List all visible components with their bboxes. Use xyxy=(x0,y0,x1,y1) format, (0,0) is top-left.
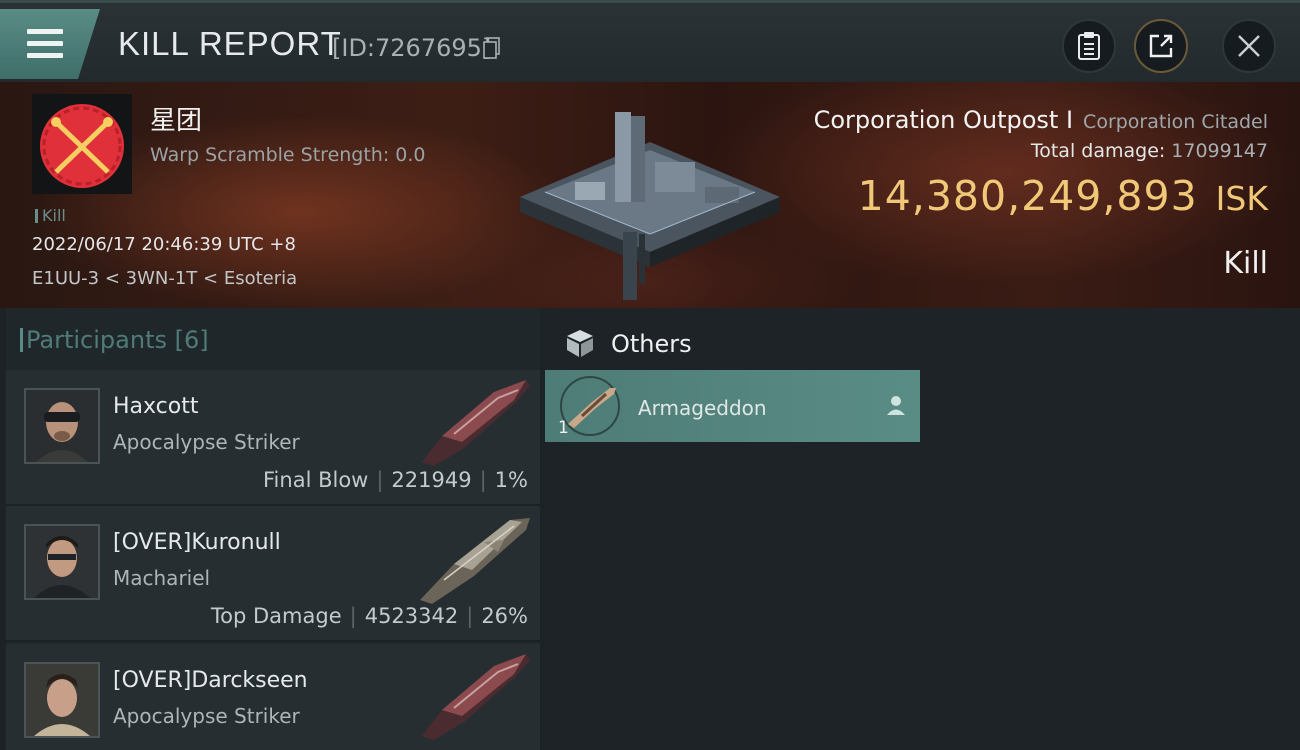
pilot-damage: 4523342 xyxy=(364,604,459,628)
menu-icon-line xyxy=(27,53,63,58)
share-icon xyxy=(1149,34,1173,58)
others-heading-text: Others xyxy=(611,330,692,358)
pilot-ship: Apocalypse Striker xyxy=(113,430,300,454)
apocalypse-striker-ship-image xyxy=(422,654,530,740)
header-bar: KILL REPORT [ID:7267695] xyxy=(0,0,1300,82)
pilot-role: Top Damage xyxy=(210,604,342,628)
pilot-name[interactable]: [OVER]Darckseen xyxy=(113,668,308,693)
page-title: KILL REPORT xyxy=(118,25,342,62)
close-icon xyxy=(1238,35,1260,57)
pilot-name[interactable]: Haxcott xyxy=(113,394,198,419)
participant-row[interactable]: Haxcott Apocalypse Striker Final Blow | 22… xyxy=(6,370,540,506)
avatar-icon xyxy=(26,664,98,736)
corporation-emblem-icon xyxy=(40,104,124,188)
victim-name[interactable]: 星团 xyxy=(150,100,202,137)
isk-unit: ISK xyxy=(1215,179,1268,218)
kill-tag: Kill xyxy=(35,206,66,225)
machariel-ship-image xyxy=(420,518,530,604)
corporation-logo[interactable] xyxy=(32,94,132,194)
pilot-portrait[interactable] xyxy=(24,388,100,464)
cube-icon xyxy=(567,330,593,357)
avatar-icon xyxy=(26,526,98,598)
pilot-ship: Apocalypse Striker xyxy=(113,704,300,728)
clipboard-icon xyxy=(1078,32,1100,60)
pilot-damage: 221949 xyxy=(391,468,472,492)
item-name: Armageddon xyxy=(638,396,767,420)
others-panel: Others 1 Armageddon xyxy=(545,308,1300,750)
participants-heading[interactable]: Participants [6] xyxy=(20,326,209,354)
kill-datetime: 2022/06/17 20:46:39 UTC +8 xyxy=(32,234,296,255)
total-damage: Total damage: 17099147 xyxy=(1031,140,1268,162)
armageddon-ship-image xyxy=(568,388,616,428)
clipboard-button[interactable] xyxy=(1062,19,1116,73)
others-ship-item[interactable]: 1 Armageddon xyxy=(545,370,920,442)
pilot-portrait[interactable] xyxy=(24,524,100,600)
kill-summary-banner: 星团 Warp Scramble Strength: 0.0 Kill 2022… xyxy=(0,82,1300,308)
ship-thumbnail xyxy=(560,376,620,436)
isk-value: 14,380,249,893 ISK xyxy=(858,172,1268,220)
pilot-icon[interactable] xyxy=(886,394,906,416)
others-heading: Others xyxy=(565,328,692,358)
kill-location: E1UU-3 < 3WN-1T < Esoteria xyxy=(32,268,298,289)
participant-row[interactable]: [OVER]Kuronull Machariel Top Damage | 4523… xyxy=(6,506,540,642)
citadel-structure-image xyxy=(520,112,780,300)
menu-button[interactable] xyxy=(0,9,100,79)
pilot-damage-percent: 1% xyxy=(494,468,528,492)
menu-icon-line xyxy=(27,41,63,46)
pilot-name[interactable]: [OVER]Kuronull xyxy=(113,530,281,555)
apocalypse-striker-ship-image xyxy=(422,380,530,466)
participant-row[interactable]: [OVER]Darckseen Apocalypse Striker xyxy=(6,644,540,750)
result-label: Kill xyxy=(1223,246,1268,281)
copy-icon[interactable] xyxy=(483,37,501,59)
ship-class: Corporation Citadel xyxy=(1083,111,1268,133)
pilot-stats: Final Blow | 221949 | 1% xyxy=(263,468,528,492)
total-damage-label: Total damage: xyxy=(1030,140,1166,162)
report-id: [ID:7267695] xyxy=(332,34,492,62)
participants-panel: Participants [6] Haxcott Apocalypse Stri… xyxy=(6,308,540,750)
victim-ship: Corporation Outpost I Corporation Citadel xyxy=(814,106,1268,134)
isk-amount: 14,380,249,893 xyxy=(857,172,1198,220)
warp-scramble-strength: Warp Scramble Strength: 0.0 xyxy=(150,144,426,166)
close-button[interactable] xyxy=(1222,19,1276,73)
share-button[interactable] xyxy=(1134,19,1188,73)
pilot-role: Final Blow xyxy=(263,468,369,492)
pilot-stats: Top Damage | 4523342 | 26% xyxy=(210,604,528,628)
menu-icon xyxy=(27,29,63,34)
total-damage-value: 17099147 xyxy=(1171,140,1268,162)
avatar-icon xyxy=(26,390,98,462)
ship-name[interactable]: Corporation Outpost I xyxy=(814,106,1073,134)
pilot-portrait[interactable] xyxy=(24,662,100,738)
pilot-ship: Machariel xyxy=(113,566,211,590)
pilot-damage-percent: 26% xyxy=(481,604,528,628)
item-count: 1 xyxy=(558,418,569,438)
